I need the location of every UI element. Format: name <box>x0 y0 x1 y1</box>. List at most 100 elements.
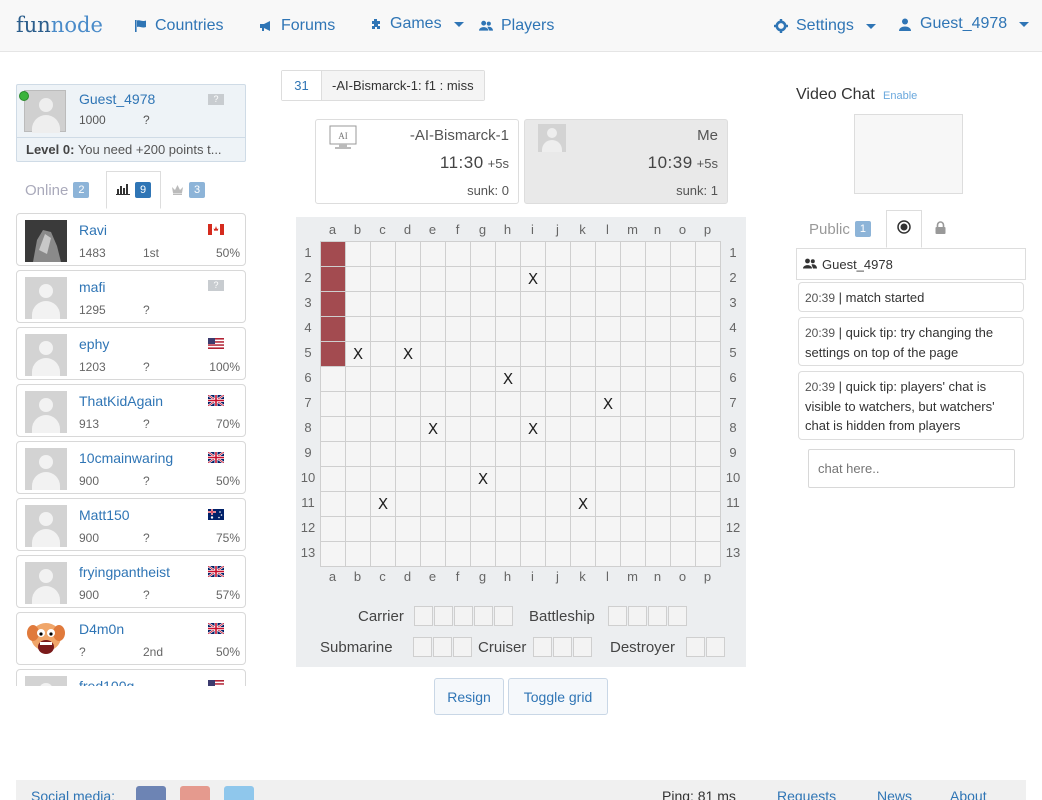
board-cell[interactable] <box>496 267 520 291</box>
board-cell[interactable] <box>571 417 595 441</box>
board-cell[interactable] <box>696 442 720 466</box>
board-cell-miss[interactable]: X <box>471 467 495 491</box>
board-cell[interactable] <box>621 392 645 416</box>
board-cell[interactable] <box>621 317 645 341</box>
board-cell[interactable] <box>421 442 445 466</box>
board-cell[interactable] <box>471 517 495 541</box>
board-cell-hit[interactable] <box>321 292 345 316</box>
board-cell[interactable] <box>471 367 495 391</box>
board-cell[interactable] <box>396 292 420 316</box>
board-cell[interactable] <box>471 492 495 516</box>
move-number[interactable]: 31 <box>282 71 322 100</box>
board-cell[interactable] <box>521 517 545 541</box>
board-cell[interactable] <box>396 267 420 291</box>
chat-user[interactable]: Guest_4978 <box>822 257 893 272</box>
board-cell-miss[interactable]: X <box>596 392 620 416</box>
toggle-grid-button[interactable]: Toggle grid <box>508 678 608 715</box>
board-cell[interactable] <box>421 317 445 341</box>
board-cell[interactable] <box>646 242 670 266</box>
tab-game-chat[interactable] <box>886 210 922 248</box>
board-cell[interactable] <box>346 392 370 416</box>
board-cell[interactable] <box>421 292 445 316</box>
board-cell[interactable] <box>471 442 495 466</box>
board-cell[interactable] <box>421 517 445 541</box>
profile-name[interactable]: Guest_4978 <box>79 91 155 107</box>
board-cell[interactable] <box>571 367 595 391</box>
board-cell[interactable] <box>421 342 445 366</box>
board-cell[interactable] <box>521 542 545 566</box>
board-cell[interactable] <box>496 542 520 566</box>
board-cell[interactable] <box>671 492 695 516</box>
board-cell[interactable] <box>446 542 470 566</box>
board-cell[interactable] <box>546 342 570 366</box>
board-cell[interactable] <box>546 317 570 341</box>
board-cell[interactable] <box>496 442 520 466</box>
list-item[interactable]: mafi 1295 ? ? <box>16 270 246 323</box>
board-cell[interactable] <box>671 467 695 491</box>
board-cell[interactable] <box>571 242 595 266</box>
board-cell[interactable] <box>346 417 370 441</box>
list-item[interactable]: Matt150 900 ? 75% <box>16 498 246 551</box>
board-cell[interactable] <box>696 492 720 516</box>
board-cell[interactable] <box>621 467 645 491</box>
nav-games[interactable]: Games <box>368 15 464 33</box>
nav-settings[interactable]: Settings <box>774 17 876 35</box>
board-cell[interactable] <box>646 542 670 566</box>
board-cell[interactable] <box>646 517 670 541</box>
board-cell[interactable] <box>496 242 520 266</box>
board-cell-miss[interactable]: X <box>521 417 545 441</box>
board-cell[interactable] <box>621 492 645 516</box>
board-cell[interactable] <box>496 417 520 441</box>
board-cell[interactable] <box>496 317 520 341</box>
board-cell[interactable] <box>396 317 420 341</box>
board-cell[interactable] <box>546 267 570 291</box>
board-cell[interactable] <box>371 242 395 266</box>
board-cell[interactable] <box>646 267 670 291</box>
board-cell[interactable] <box>421 542 445 566</box>
board-cell[interactable] <box>596 467 620 491</box>
board-cell[interactable] <box>546 442 570 466</box>
board-cell[interactable] <box>671 517 695 541</box>
board-cell[interactable] <box>546 467 570 491</box>
board-cell[interactable] <box>671 292 695 316</box>
list-item[interactable]: 10cmainwaring 900 ? 50% <box>16 441 246 494</box>
board-cell[interactable] <box>346 467 370 491</box>
board-cell[interactable] <box>421 392 445 416</box>
list-item[interactable]: ephy 1203 ? 100% <box>16 327 246 380</box>
board-cell[interactable] <box>571 542 595 566</box>
board-cell[interactable] <box>671 417 695 441</box>
board-cell[interactable] <box>396 517 420 541</box>
board-cell[interactable] <box>571 317 595 341</box>
facebook-icon[interactable] <box>136 786 166 800</box>
board-cell[interactable] <box>496 517 520 541</box>
board-cell[interactable] <box>371 317 395 341</box>
board-cell-hit[interactable] <box>321 267 345 291</box>
board-cell[interactable] <box>346 517 370 541</box>
board-cell[interactable] <box>646 467 670 491</box>
board-cell[interactable] <box>471 292 495 316</box>
board-cell[interactable] <box>471 342 495 366</box>
board-cell[interactable] <box>621 342 645 366</box>
board-cell[interactable] <box>396 467 420 491</box>
board-cell[interactable] <box>371 417 395 441</box>
board-cell[interactable] <box>396 492 420 516</box>
footer-requests-link[interactable]: Requests <box>777 788 836 800</box>
board-cell[interactable] <box>446 292 470 316</box>
board-cell[interactable] <box>346 492 370 516</box>
board-cell[interactable] <box>371 542 395 566</box>
board-cell[interactable] <box>596 517 620 541</box>
board-cell[interactable] <box>696 292 720 316</box>
resign-button[interactable]: Resign <box>434 678 504 715</box>
board-cell[interactable] <box>446 417 470 441</box>
board-cell[interactable] <box>321 492 345 516</box>
board-cell[interactable] <box>371 517 395 541</box>
board-cell[interactable] <box>546 542 570 566</box>
board-cell[interactable] <box>696 392 720 416</box>
board-cell[interactable] <box>696 417 720 441</box>
board-cell[interactable] <box>521 492 545 516</box>
board-cell[interactable] <box>396 417 420 441</box>
list-item[interactable]: fryingpantheist 900 ? 57% <box>16 555 246 608</box>
board-cell[interactable] <box>471 267 495 291</box>
board-cell[interactable] <box>546 392 570 416</box>
board-cell[interactable] <box>671 542 695 566</box>
